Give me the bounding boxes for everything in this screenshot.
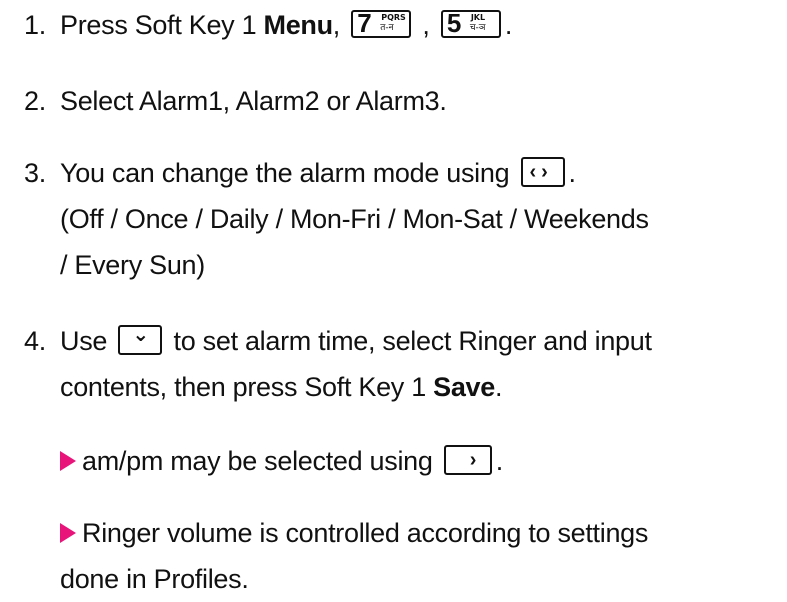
comma: , xyxy=(332,10,341,40)
step-3: 3. You can change the alarm mode using ‹ … xyxy=(24,150,777,288)
note-text: Ringer volume is controlled according to… xyxy=(82,518,649,548)
step-text: / Every Sun) xyxy=(60,250,205,280)
menu-label: Menu xyxy=(263,10,334,40)
bullet-arrow-icon xyxy=(60,523,76,543)
note-1: am/pm may be selected using › . xyxy=(60,438,777,484)
step-text: to set alarm time, select Ringer and inp… xyxy=(173,326,652,356)
nav-glyph: › xyxy=(469,448,477,471)
key-7-icon: 7 PQRS त-न xyxy=(351,7,412,38)
step-text: Use xyxy=(60,326,108,356)
key-devanagari: त-न xyxy=(380,22,394,33)
key-latin: PQRS xyxy=(381,12,406,22)
right-nav-key-icon: › xyxy=(443,444,492,475)
left-right-nav-key-icon: ‹ › xyxy=(520,156,565,187)
save-label: Save xyxy=(433,372,495,402)
step-1: 1. Press Soft Key 1 Menu, 7 PQRS त-न , 5 … xyxy=(24,2,777,48)
key-digit: 5 xyxy=(446,7,461,38)
step-2: 2. Select Alarm1, Alarm2 or Alarm3. xyxy=(24,78,777,124)
key-devanagari: च-ञ xyxy=(469,22,486,33)
bullet-arrow-icon xyxy=(60,451,76,471)
step-text: Press Soft Key 1 xyxy=(60,10,264,40)
step-number: 2. xyxy=(24,86,46,116)
period: . xyxy=(495,446,504,476)
nav-glyph: ⌄ xyxy=(132,323,149,346)
note-2: Ringer volume is controlled according to… xyxy=(60,510,777,602)
key-digit: 7 xyxy=(357,7,372,38)
step-text: contents, then press Soft Key 1 xyxy=(60,372,434,402)
step-number: 3. xyxy=(24,158,46,188)
comma: , xyxy=(415,10,430,40)
key-latin: JKL xyxy=(470,12,486,22)
step-number: 4. xyxy=(24,326,46,356)
step-4: 4. Use ⌄ to set alarm time, select Ringer… xyxy=(24,318,777,410)
step-text: (Off / Once / Daily / Mon-Fri / Mon-Sat … xyxy=(60,204,649,234)
step-text: You can change the alarm mode using xyxy=(60,158,510,188)
period: . xyxy=(504,10,513,40)
nav-glyph: ‹ › xyxy=(529,160,548,183)
period: . xyxy=(568,158,577,188)
period: . xyxy=(494,372,503,402)
key-5-icon: 5 JKL च-ञ xyxy=(440,7,501,38)
step-number: 1. xyxy=(24,10,46,40)
down-nav-key-icon: ⌄ xyxy=(118,323,163,355)
note-text: am/pm may be selected using xyxy=(82,446,433,476)
note-text: done in Profiles. xyxy=(60,564,249,594)
step-text: Select Alarm1, Alarm2 or Alarm3. xyxy=(60,86,447,116)
